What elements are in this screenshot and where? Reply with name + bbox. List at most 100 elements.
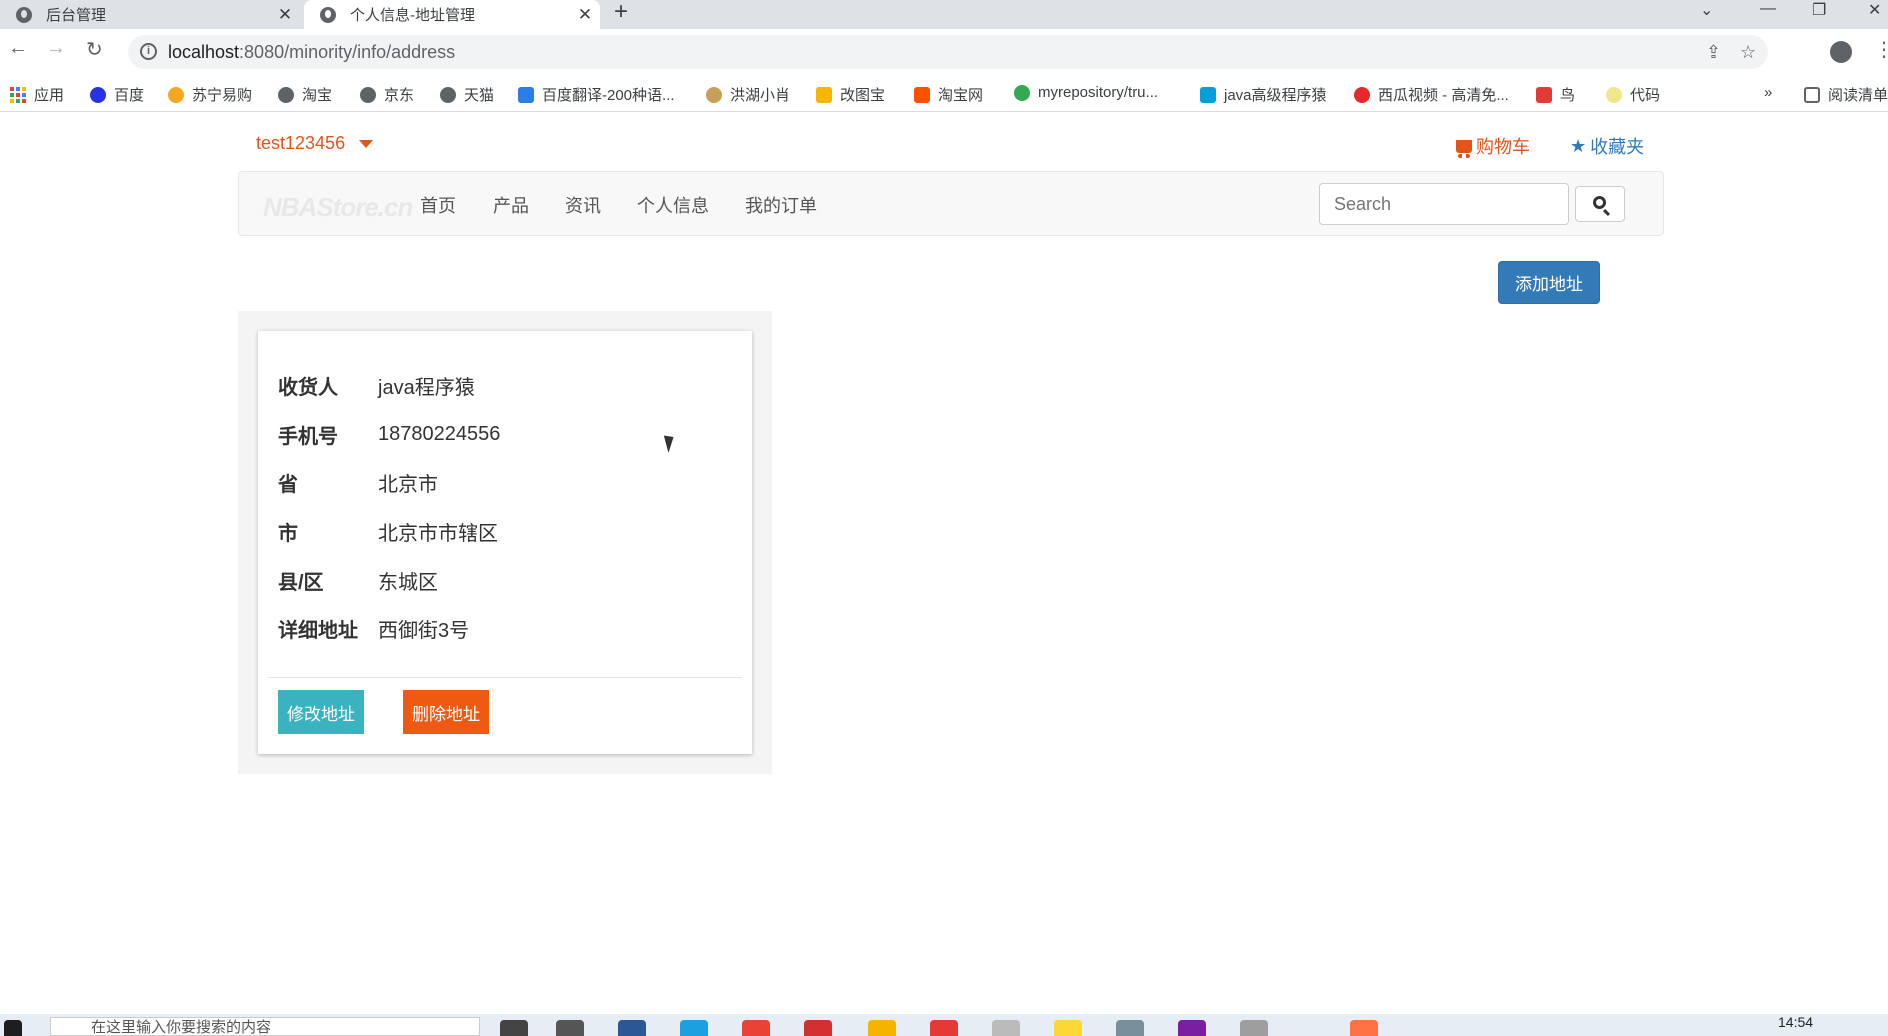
app-icon[interactable] <box>618 1020 646 1036</box>
app-icon[interactable] <box>804 1020 832 1036</box>
field-label: 市 <box>278 522 298 545</box>
search-button[interactable] <box>1575 186 1625 222</box>
bookmark-taobao-net[interactable]: 淘宝网 <box>914 84 983 105</box>
browser-menu-icon[interactable]: ⋮ <box>1874 37 1888 62</box>
taskbar-clock[interactable]: 14:54 <box>1778 1014 1813 1030</box>
minimize-button[interactable]: — <box>1760 0 1776 18</box>
app-icon[interactable] <box>1240 1020 1268 1036</box>
app-icon[interactable] <box>1350 1020 1378 1036</box>
app-icon[interactable] <box>992 1020 1020 1036</box>
globe-icon <box>278 86 294 103</box>
taobao-icon <box>914 86 930 103</box>
bookmark-honghu[interactable]: 洪湖小肖 <box>706 84 790 105</box>
reload-button[interactable]: ↻ <box>86 37 103 62</box>
bookmark-baidu-translate[interactable]: 百度翻译-200种语... <box>518 84 675 105</box>
bookmark-xigua[interactable]: 西瓜视频 - 高清免... <box>1354 84 1509 105</box>
app-icon[interactable] <box>930 1020 958 1036</box>
app-icon[interactable] <box>680 1020 708 1036</box>
cart-link[interactable]: 购物车 <box>1456 133 1530 159</box>
browser-tab-address[interactable]: 个人信息-地址管理 ✕ <box>304 0 600 29</box>
bookmark-label: 鸟 <box>1560 87 1576 104</box>
more-bookmarks-button[interactable]: » <box>1764 84 1772 101</box>
task-view-icon[interactable] <box>556 1020 584 1036</box>
honghu-icon <box>706 86 722 103</box>
url-field[interactable]: i localhost:8080/minority/info/address ☆… <box>128 35 1768 69</box>
favorites-link[interactable]: ★ 收藏夹 <box>1570 133 1644 159</box>
username: test123456 <box>256 133 346 153</box>
nav-news[interactable]: 资讯 <box>565 192 601 218</box>
bookmark-code[interactable]: 代码 <box>1606 84 1660 105</box>
start-menu-icon[interactable] <box>4 1020 22 1036</box>
bookmark-label: myrepository/tru... <box>1038 84 1159 101</box>
file-explorer-icon[interactable] <box>868 1020 896 1036</box>
bookmark-suning[interactable]: 苏宁易购 <box>168 84 252 105</box>
bookmark-label: 洪湖小肖 <box>730 87 791 104</box>
bookmark-gaitubao[interactable]: 改图宝 <box>816 84 885 105</box>
field-label: 收货人 <box>278 376 338 399</box>
close-tab-icon[interactable]: ✕ <box>270 5 300 25</box>
close-window-button[interactable]: ✕ <box>1868 0 1881 20</box>
nav-home[interactable]: 首页 <box>420 192 456 218</box>
bookmark-bilibili[interactable]: java高级程序猿 <box>1200 84 1327 105</box>
field-label: 县/区 <box>278 571 324 594</box>
app-icon[interactable] <box>1054 1020 1082 1036</box>
cortana-icon[interactable] <box>500 1020 528 1036</box>
bookmark-baidu[interactable]: 百度 <box>90 84 144 105</box>
chrome-taskbar-icon[interactable] <box>742 1020 770 1036</box>
field-value: 18780224556 <box>378 422 501 445</box>
bookmark-label: 百度 <box>114 87 145 104</box>
browser-tab-admin[interactable]: 后台管理 ✕ <box>0 0 300 29</box>
intellij-icon[interactable] <box>1178 1020 1206 1036</box>
search-input[interactable] <box>1319 183 1569 225</box>
gaitubao-icon <box>816 86 832 103</box>
bookmark-label: 改图宝 <box>840 87 886 104</box>
bookmark-label: 淘宝网 <box>938 87 984 104</box>
field-value: 北京市市辖区 <box>378 522 498 545</box>
maximize-button[interactable]: ❐ <box>1812 0 1826 20</box>
bookmark-myrepository[interactable]: myrepository/tru... <box>1014 84 1158 101</box>
forward-button[interactable]: → <box>46 37 66 60</box>
reading-list-button[interactable]: 阅读清单 <box>1804 84 1888 105</box>
bookmark-apps[interactable]: 应用 <box>10 84 64 105</box>
delete-address-button[interactable]: 删除地址 <box>403 690 489 734</box>
suning-icon <box>168 86 184 103</box>
address-bar-row: ← → ↻ i localhost:8080/minority/info/add… <box>0 29 1888 76</box>
field-value: 西御街3号 <box>378 619 470 642</box>
bird-icon <box>1536 86 1552 103</box>
nav-products[interactable]: 产品 <box>493 192 529 218</box>
app-icon[interactable] <box>1116 1020 1144 1036</box>
field-value: 北京市 <box>378 473 438 496</box>
address-card: 收货人 java程序猿 手机号 18780224556 省 北京市 市 北京市市… <box>258 331 752 754</box>
field-province: 省 北京市 <box>278 467 438 497</box>
back-button[interactable]: ← <box>8 37 28 60</box>
bookmark-jd[interactable]: 京东 <box>360 84 414 105</box>
brand-logo[interactable]: NBAStore.cn <box>257 190 413 224</box>
field-city: 市 北京市市辖区 <box>278 516 498 546</box>
bookmark-taobao[interactable]: 淘宝 <box>278 84 332 105</box>
close-tab-icon[interactable]: ✕ <box>570 5 600 25</box>
nav-personal-info[interactable]: 个人信息 <box>637 192 709 218</box>
bookmark-tmall[interactable]: 天猫 <box>440 84 494 105</box>
globe-icon <box>440 86 456 103</box>
new-tab-button[interactable]: + <box>614 0 628 26</box>
bookmark-bird[interactable]: 鸟 <box>1536 84 1575 105</box>
edit-address-button[interactable]: 修改地址 <box>278 690 364 734</box>
chrome-icon <box>1014 84 1030 101</box>
apps-grid-icon <box>10 86 26 103</box>
bookmark-label: 阅读清单 <box>1828 87 1888 104</box>
share-icon[interactable]: ⇪ <box>1706 42 1721 63</box>
info-icon[interactable]: i <box>140 43 157 60</box>
bookmark-label: java高级程序猿 <box>1224 87 1327 104</box>
bookmark-star-icon[interactable]: ☆ <box>1740 42 1756 63</box>
profile-avatar-icon[interactable] <box>1830 41 1852 63</box>
user-dropdown[interactable]: test123456 <box>256 133 374 154</box>
taskbar-search-input[interactable]: 在这里输入你要搜索的内容 <box>50 1017 480 1036</box>
code-icon <box>1606 86 1622 103</box>
nav-my-orders[interactable]: 我的订单 <box>745 192 817 218</box>
tab-search-icon[interactable]: ⌄ <box>1700 0 1713 20</box>
field-detail-address: 详细地址 西御街3号 <box>278 613 469 643</box>
bookmark-label: 淘宝 <box>302 87 333 104</box>
add-address-button[interactable]: 添加地址 <box>1498 261 1600 304</box>
cart-label: 购物车 <box>1476 137 1530 157</box>
browser-tab-strip: 后台管理 ✕ 个人信息-地址管理 ✕ + ⌄ — ❐ ✕ <box>0 0 1888 29</box>
